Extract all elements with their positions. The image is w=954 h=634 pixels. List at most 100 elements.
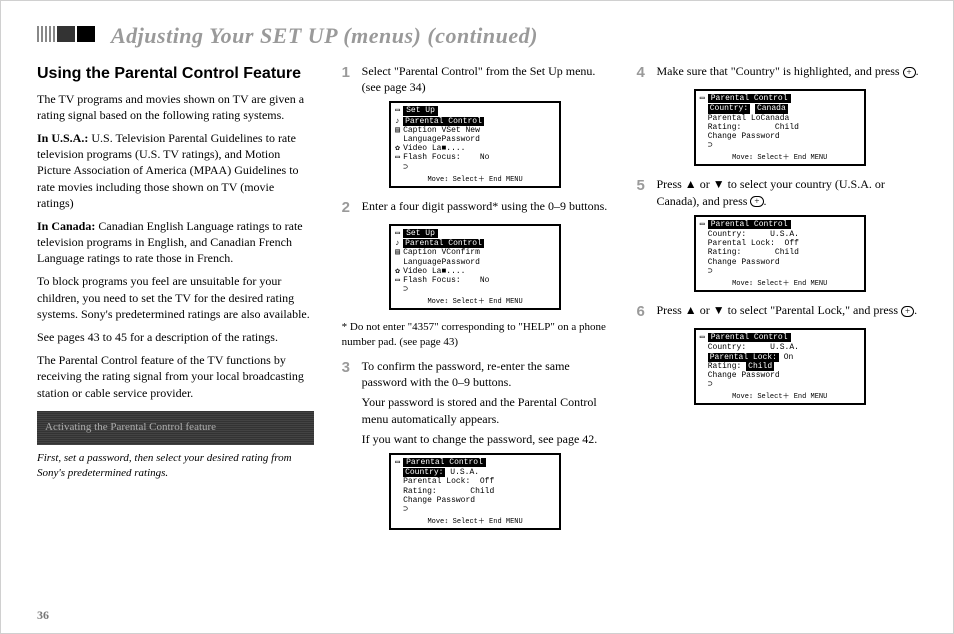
osd-line: Flash Focus: No <box>403 153 489 162</box>
osd-return-icon: ⊃ <box>403 505 408 514</box>
step-number-6: 6 <box>636 302 650 322</box>
t: . <box>914 303 917 317</box>
brand-block-1 <box>37 26 55 42</box>
osd-line: Parental LoCanada <box>708 114 790 123</box>
brand-mark <box>37 26 97 47</box>
osd-highlight: Parental Control <box>403 117 484 126</box>
plus-button-icon: + <box>903 67 916 78</box>
brand-block-2 <box>57 26 75 42</box>
osd-line: Parental Lock: Off <box>708 239 799 248</box>
page-title: Adjusting Your SET UP (menus) (continued… <box>111 23 538 49</box>
osd-line: Caption VSet New <box>403 126 480 135</box>
step-4-text: Make sure that "Country" is highlighted,… <box>656 63 918 83</box>
osd-line: Country: U.S.A. <box>708 230 799 239</box>
step-6: 6 Press ▲ or ▼ to select "Parental Lock,… <box>636 302 923 322</box>
osd-line: Rating: Child <box>403 487 494 496</box>
osd-return-icon: ⊃ <box>708 267 713 276</box>
osd-setup-setnew: ▭Set Up ♪Parental Control ▤Caption VSet … <box>389 101 561 187</box>
osd-line: Change Password <box>403 496 475 505</box>
osd-line: Change Password <box>708 371 780 380</box>
osd-line: Change Password <box>708 132 780 141</box>
osd-line: Rating: Child <box>708 248 799 257</box>
t: Make sure that "Country" is highlighted,… <box>656 64 902 78</box>
para-block: To block programs you feel are unsuitabl… <box>37 273 314 322</box>
osd-hdr: Set Up <box>403 106 438 115</box>
osd-highlight: Child <box>746 362 774 371</box>
up-arrow-icon: ▲ <box>685 177 697 191</box>
label-usa: In U.S.A.: <box>37 131 88 145</box>
step-6-text: Press ▲ or ▼ to select "Parental Lock," … <box>656 302 917 322</box>
osd-highlight: Country: <box>403 468 445 477</box>
step-number-3: 3 <box>342 358 356 447</box>
osd-line: Change Password <box>708 258 780 267</box>
step-2: 2 Enter a four digit password* using the… <box>342 198 609 218</box>
step-3-text-a: To confirm the password, re-enter the sa… <box>362 358 609 390</box>
osd-return-icon: ⊃ <box>708 380 713 389</box>
osd-line: LanguagePassword <box>403 135 480 144</box>
caption-firstset: First, set a password, then select your … <box>37 451 314 481</box>
osd-highlight: Country: <box>708 104 750 113</box>
osd-line: LanguagePassword <box>403 258 480 267</box>
column-3: 4 Make sure that "Country" is highlighte… <box>636 63 923 540</box>
osd-footer: Move↕ Select＋ End MENU <box>395 518 555 526</box>
t: to select "Parental Lock," and press <box>725 303 901 317</box>
t: Press <box>656 177 684 191</box>
brand-block-3 <box>77 26 95 42</box>
step-1: 1 Select "Parental Control" from the Set… <box>342 63 609 95</box>
osd-line: Video La■.... <box>403 144 465 153</box>
osd-setup-confirm: ▭Set Up ♪Parental Control ▤Caption VConf… <box>389 224 561 310</box>
down-arrow-icon: ▼ <box>713 303 725 317</box>
para-intro: The TV programs and movies shown on TV a… <box>37 91 314 123</box>
columns: Using the Parental Control Feature The T… <box>1 53 953 540</box>
osd-highlight: Canada <box>755 104 788 113</box>
osd-hdr: Parental Control <box>708 333 791 342</box>
section-heading: Using the Parental Control Feature <box>37 63 314 85</box>
para-feature: The Parental Control feature of the TV f… <box>37 352 314 401</box>
down-arrow-icon: ▼ <box>713 177 725 191</box>
step-2-note: * Do not enter "4357" corresponding to "… <box>342 320 609 350</box>
step-2-text: Enter a four digit password* using the 0… <box>362 198 608 218</box>
osd-line: Flash Focus: No <box>403 276 489 285</box>
label-canada: In Canada: <box>37 219 95 233</box>
para-usa: In U.S.A.: U.S. Television Parental Guid… <box>37 130 314 211</box>
step-4: 4 Make sure that "Country" is highlighte… <box>636 63 923 83</box>
osd-return-icon: ⊃ <box>403 285 408 294</box>
osd-footer: Move↕ Select＋ End MENU <box>700 280 860 288</box>
osd-line: Rating: <box>708 362 742 371</box>
osd-parental-country-usa: ▭Parental Control Country: U.S.A. Parent… <box>389 453 561 530</box>
step-3: 3 To confirm the password, re-enter the … <box>342 358 609 447</box>
osd-parental-country-canada: ▭Parental Control Country: Canada Parent… <box>694 89 866 166</box>
page-header: Adjusting Your SET UP (menus) (continued… <box>1 1 953 53</box>
step-5-text: Press ▲ or ▼ to select your country (U.S… <box>656 176 923 208</box>
column-1: Using the Parental Control Feature The T… <box>37 63 314 540</box>
up-arrow-icon: ▲ <box>685 303 697 317</box>
plus-button-icon: + <box>901 306 914 317</box>
osd-hdr: Parental Control <box>403 458 486 467</box>
t: Press <box>656 303 684 317</box>
t: or <box>697 177 713 191</box>
osd-return-icon: ⊃ <box>708 141 713 150</box>
step-number-2: 2 <box>342 198 356 218</box>
step-3-text-b: Your password is stored and the Parental… <box>362 394 609 426</box>
osd-value: On <box>784 353 794 362</box>
osd-line: Caption VConfirm <box>403 248 480 257</box>
osd-hdr: Parental Control <box>708 220 791 229</box>
step-5: 5 Press ▲ or ▼ to select your country (U… <box>636 176 923 208</box>
osd-footer: Move↕ Select＋ End MENU <box>700 154 860 162</box>
manual-page: Adjusting Your SET UP (menus) (continued… <box>0 0 954 634</box>
column-2: 1 Select "Parental Control" from the Set… <box>342 63 609 540</box>
osd-return-icon: ⊃ <box>403 163 408 172</box>
step-3-text-c: If you want to change the password, see … <box>362 431 609 447</box>
plus-button-icon: + <box>750 196 763 207</box>
step-3-body: To confirm the password, re-enter the sa… <box>362 358 609 447</box>
para-seepages: See pages 43 to 45 for a description of … <box>37 329 314 345</box>
osd-line: Parental Lock: Off <box>403 477 494 486</box>
para-canada: In Canada: Canadian English Language rat… <box>37 218 314 267</box>
osd-hdr: Set Up <box>403 229 438 238</box>
subheading-activating: Activating the Parental Control feature <box>37 411 314 445</box>
osd-value: U.S.A. <box>450 468 479 477</box>
osd-footer: Move↕ Select＋ End MENU <box>395 298 555 306</box>
osd-highlight: Parental Lock: <box>708 353 779 362</box>
osd-hdr: Parental Control <box>708 94 791 103</box>
osd-parental-lock-off: ▭Parental Control Country: U.S.A. Parent… <box>694 215 866 292</box>
